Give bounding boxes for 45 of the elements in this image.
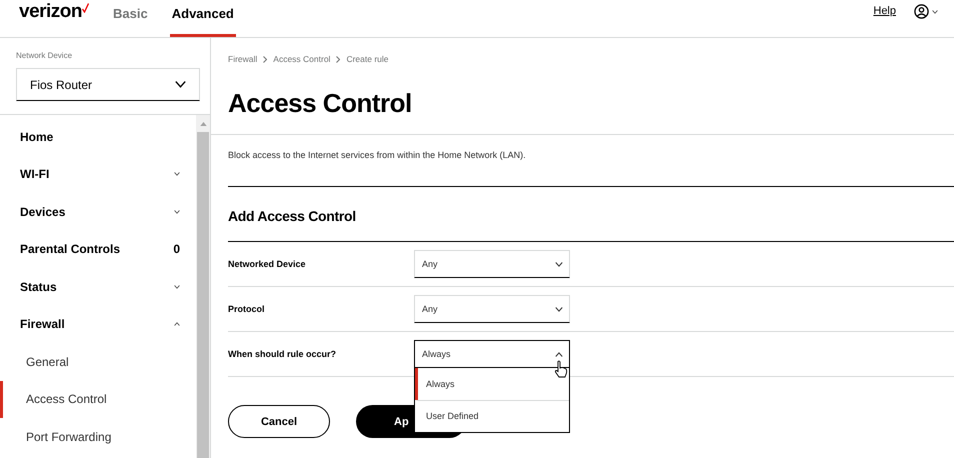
breadcrumb-link[interactable]: Access Control <box>273 53 330 66</box>
chevron-down-icon <box>174 81 187 88</box>
nav-tab[interactable]: Basic <box>111 0 150 37</box>
cancel-button[interactable]: Cancel <box>228 405 330 438</box>
chevron-down-icon <box>932 10 938 14</box>
field-label: When should rule occur? <box>228 348 338 360</box>
sidebar-item[interactable]: Status <box>4 268 196 306</box>
logo: verizon <box>19 2 82 21</box>
section-title: Add Access Control <box>227 207 357 226</box>
sidebar-item[interactable]: Parental Controls 0 <box>4 230 196 268</box>
field-label: Protocol <box>228 302 266 316</box>
nav-tab[interactable]: Advanced <box>170 0 236 37</box>
scrollbar-thumb[interactable] <box>197 132 209 458</box>
sidebar-item[interactable]: Firewall <box>4 306 196 343</box>
page-title: Access Control <box>227 90 413 116</box>
chevron-down-icon <box>174 210 180 214</box>
dropdown-option[interactable]: User Defined <box>415 400 569 432</box>
chevron-down-icon <box>174 172 180 176</box>
chevron-down-icon <box>555 262 563 267</box>
dropdown-select[interactable]: Any <box>414 250 570 278</box>
description: Block access to the Internet services from within the Home Network (LAN). <box>227 148 527 162</box>
chevron-right-icon <box>263 56 268 63</box>
field-label: Networked Device <box>228 258 307 270</box>
chevron-down-icon <box>174 284 180 289</box>
dropdown-select[interactable]: Any <box>414 295 570 324</box>
help-link[interactable]: Help <box>873 3 896 20</box>
chevron-up-icon <box>174 322 180 326</box>
sidebar-subitem[interactable]: General <box>0 343 196 380</box>
breadcrumb-link[interactable]: Create rule <box>346 53 389 66</box>
checkmark-icon <box>82 2 90 12</box>
sidebar-subitem[interactable]: Port Forwarding <box>0 418 196 456</box>
chevron-up-icon <box>555 352 563 357</box>
chevron-down-icon <box>555 306 563 312</box>
sidebar-item[interactable]: Home <box>4 118 196 156</box>
breadcrumb-link[interactable]: Firewall <box>228 53 258 66</box>
account-menu[interactable] <box>914 4 938 19</box>
field-label: Network Device <box>16 50 74 62</box>
count-label: 0 <box>173 241 180 258</box>
sidebar-item[interactable]: WI-FI <box>4 156 196 193</box>
chevron-right-icon <box>336 56 340 63</box>
device-select[interactable]: Fios Router <box>16 68 200 101</box>
scrollbar[interactable] <box>196 115 210 458</box>
sidebar-item[interactable]: Devices <box>4 193 196 230</box>
scroll-up-icon[interactable] <box>200 122 206 126</box>
user-icon <box>914 4 929 19</box>
